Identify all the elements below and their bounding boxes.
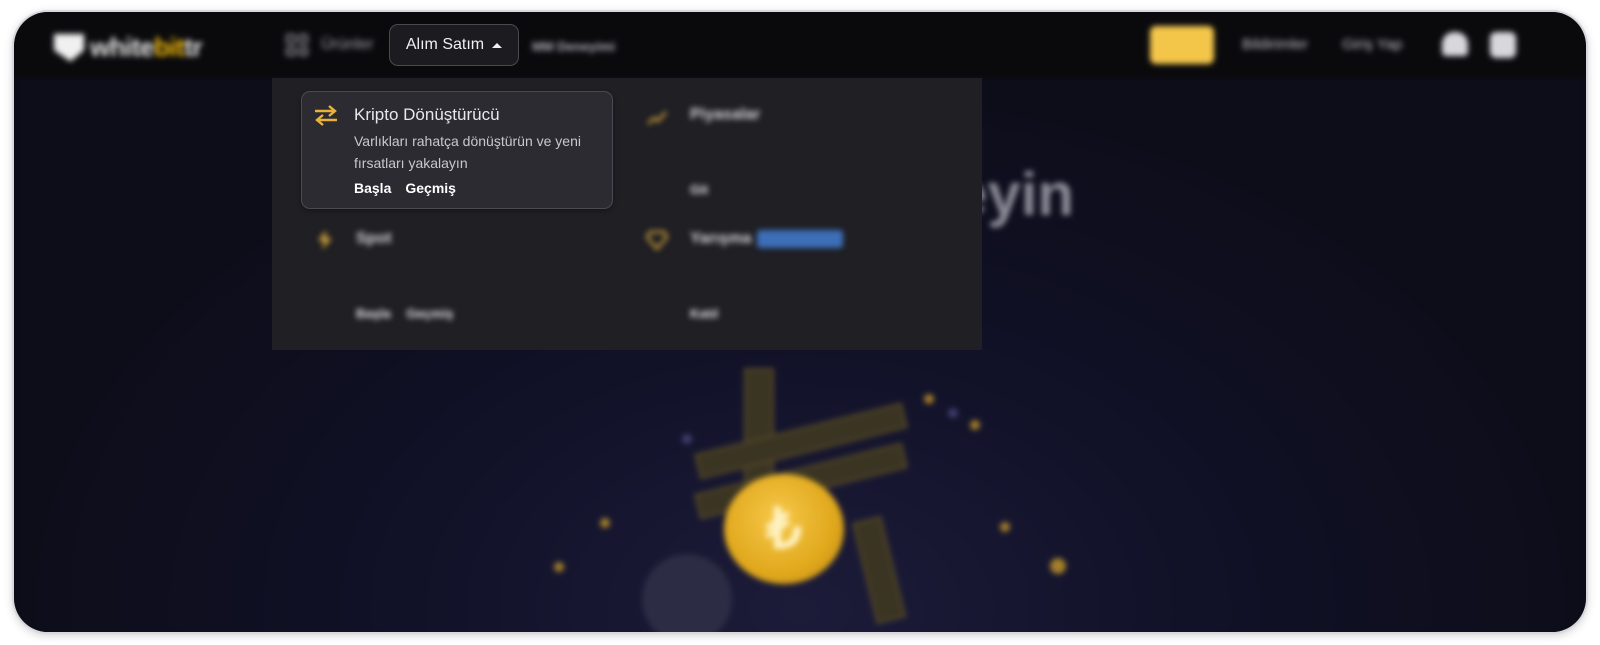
menu-item-description: Varlıkları rahatça dönüştürün ve yeni fı… <box>354 133 581 171</box>
menu-item-title[interactable]: Yarışma <box>690 230 844 248</box>
menu-item-links: Başla Geçmiş <box>354 180 456 196</box>
brand-logo[interactable]: whitebittr <box>54 32 202 63</box>
new-badge <box>757 230 844 248</box>
lightning-icon <box>318 230 332 250</box>
sparkle-icon <box>1050 558 1066 574</box>
sparkle-icon <box>554 562 564 572</box>
nav-experience[interactable]: MM Deneyimi <box>532 39 615 54</box>
signup-button[interactable] <box>1150 26 1214 64</box>
sparkle-icon <box>924 394 934 404</box>
diamond-icon <box>646 230 668 250</box>
chart-icon <box>647 111 667 125</box>
sparkle-icon <box>1000 522 1010 532</box>
menu-item-link[interactable]: Git <box>690 182 708 197</box>
menu-item-link[interactable]: Katıl <box>690 306 718 321</box>
lira-coin-icon: ₺ <box>724 474 844 584</box>
app-window: whitebittr Ürünler MM Deneyimi Bildiriml… <box>14 12 1586 632</box>
start-link[interactable]: Başla <box>354 180 391 196</box>
sparkle-icon <box>682 434 692 444</box>
history-link[interactable]: Geçmiş <box>405 180 456 196</box>
nav-trading-button[interactable]: Alım Satım <box>390 25 518 65</box>
top-navigation-bar: whitebittr Ürünler MM Deneyimi Bildiriml… <box>14 12 1586 78</box>
menu-item-title: Kripto Dönüştürücü <box>354 105 500 124</box>
menu-item-link[interactable]: Başla <box>356 306 391 321</box>
logo-mark-icon <box>54 33 84 62</box>
menu-item-links: Başla Geçmiş <box>356 306 453 321</box>
logo-text: whitebittr <box>90 32 202 62</box>
nav-right-link-2[interactable]: Giriş Yap <box>1342 36 1402 53</box>
nav-products[interactable]: Ürünler <box>321 36 373 54</box>
language-icon[interactable] <box>1490 32 1516 58</box>
caret-up-icon <box>492 42 503 48</box>
menu-item-title[interactable]: Piyasalar <box>690 106 760 124</box>
support-icon[interactable] <box>1442 32 1468 56</box>
menu-item-crypto-converter[interactable]: Kripto Dönüştürücü Varlıkları rahatça dö… <box>302 92 612 208</box>
sparkle-icon <box>600 518 610 528</box>
menu-item-title[interactable]: Spot <box>356 230 392 248</box>
swap-arrows-icon <box>315 105 337 126</box>
products-grid-icon[interactable] <box>286 34 308 56</box>
nav-right-link-1[interactable]: Bildirimler <box>1242 36 1308 53</box>
sparkle-icon <box>970 420 980 430</box>
nav-trading-label: Alım Satım <box>405 36 485 53</box>
menu-item-link[interactable]: Geçmiş <box>406 306 453 321</box>
sparkle-icon <box>948 408 958 418</box>
